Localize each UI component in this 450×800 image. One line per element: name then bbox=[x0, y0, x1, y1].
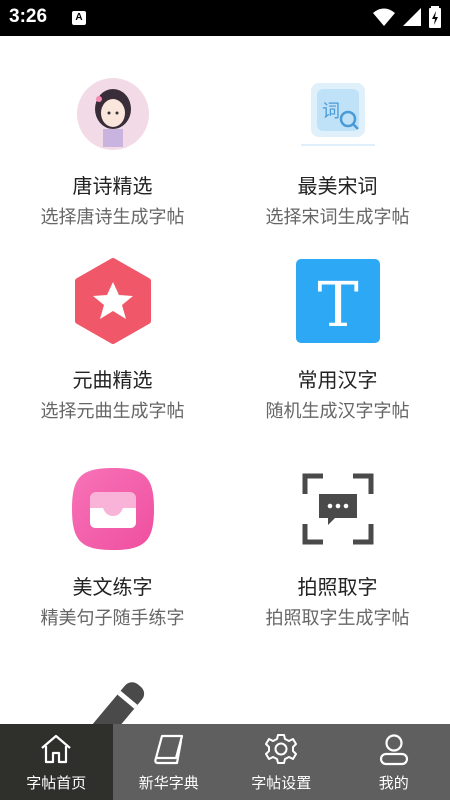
card-common-hanzi[interactable]: T 常用汉字 随机生成汉字字帖 bbox=[225, 236, 450, 436]
status-icons bbox=[372, 6, 442, 30]
card-title: 元曲精选 bbox=[72, 368, 153, 392]
card-title: 美文练字 bbox=[72, 575, 153, 599]
avatar-girl-icon bbox=[70, 71, 156, 157]
card-title: 最美宋词 bbox=[297, 174, 378, 198]
gear-icon bbox=[265, 734, 298, 764]
signal-icon bbox=[402, 8, 421, 26]
wifi-icon bbox=[372, 8, 395, 26]
scan-frame-icon bbox=[295, 466, 381, 552]
feature-grid: 唐诗精选 选择唐诗生成字帖 词 最美宋词 选择宋词生成字帖 元曲精选 选择元曲生… bbox=[0, 36, 450, 724]
status-bar: 3:26 A bbox=[0, 0, 450, 36]
star-hexagon-icon bbox=[70, 258, 156, 344]
card-subtitle: 随机生成汉字字帖 bbox=[265, 401, 410, 422]
card-pen[interactable] bbox=[0, 646, 225, 724]
card-essay-practice[interactable]: 美文练字 精美句子随手练字 bbox=[0, 436, 225, 646]
card-subtitle: 拍照取字生成字帖 bbox=[265, 608, 410, 629]
card-subtitle: 精美句子随手练字 bbox=[40, 608, 185, 629]
battery-icon bbox=[429, 6, 441, 28]
card-subtitle: 选择唐诗生成字帖 bbox=[40, 207, 185, 228]
card-subtitle: 选择元曲生成字帖 bbox=[40, 401, 185, 422]
tab-label: 我的 bbox=[378, 774, 409, 792]
tab-profile[interactable]: 我的 bbox=[338, 724, 450, 800]
ci-search-icon: 词 bbox=[295, 71, 381, 157]
bottom-tab-bar: 字帖首页 新华字典 字帖设置 我的 bbox=[0, 724, 450, 800]
book-icon bbox=[153, 734, 183, 765]
tab-label: 字帖首页 bbox=[26, 774, 87, 792]
tab-home[interactable]: 字帖首页 bbox=[0, 724, 113, 800]
tab-settings[interactable]: 字帖设置 bbox=[225, 724, 338, 800]
tray-icon bbox=[70, 466, 156, 552]
notification-a-icon: A bbox=[72, 11, 86, 25]
status-time: 3:26 bbox=[9, 6, 48, 27]
card-yuan-qu[interactable]: 元曲精选 选择元曲生成字帖 bbox=[0, 236, 225, 436]
user-icon bbox=[379, 734, 408, 766]
card-tang-poems[interactable]: 唐诗精选 选择唐诗生成字帖 bbox=[0, 36, 225, 236]
tab-label: 新华字典 bbox=[138, 774, 199, 792]
card-title: 唐诗精选 bbox=[72, 174, 153, 198]
letter-t-icon: T bbox=[295, 258, 381, 344]
card-title: 拍照取字 bbox=[297, 575, 378, 599]
card-photo-capture[interactable]: 拍照取字 拍照取字生成字帖 bbox=[225, 436, 450, 646]
ci-glyph: 词 bbox=[322, 101, 340, 122]
card-song-ci[interactable]: 词 最美宋词 选择宋词生成字帖 bbox=[225, 36, 450, 236]
card-title: 常用汉字 bbox=[297, 368, 378, 392]
card-subtitle: 选择宋词生成字帖 bbox=[265, 207, 410, 228]
pen-icon bbox=[70, 674, 156, 724]
home-icon bbox=[41, 734, 71, 764]
tab-dictionary[interactable]: 新华字典 bbox=[113, 724, 226, 800]
tab-label: 字帖设置 bbox=[251, 774, 312, 792]
t-glyph: T bbox=[317, 268, 358, 341]
